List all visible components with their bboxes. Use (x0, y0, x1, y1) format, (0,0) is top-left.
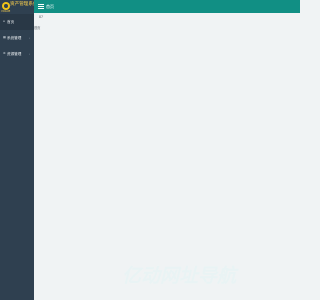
gear-icon: ⚙ (3, 51, 6, 55)
sidebar-menu: ⌂ 首页 ▦ 系统管理 ‹ ⚙ 资源管理 ‹ (0, 14, 34, 62)
sidebar-item-label: 首页 (7, 20, 15, 24)
home-icon: ⌂ (3, 19, 5, 23)
chevron-left-icon: ‹ (28, 36, 30, 40)
chevron-left-icon: ‹ (28, 52, 30, 56)
sidebar-item-resources[interactable]: ⚙ 资源管理 ‹ (0, 46, 34, 62)
sidebar-item-system[interactable]: ▦ 系统管理 ‹ (0, 30, 34, 46)
sidebar-item-label: 资源管理 (7, 52, 22, 56)
page-tag: 87 (39, 15, 44, 19)
sidebar: 资产管理系统 VOGUE ⌂ 首页 ▦ 系统管理 ‹ ⚙ 资源管理 ‹ (0, 0, 38, 300)
grid-icon: ▦ (3, 35, 6, 39)
tab-home[interactable]: 首页 (46, 3, 54, 10)
app-subtitle: VOGUE (1, 10, 11, 13)
main-content: 87 首页 (34, 13, 300, 300)
content-label: 首页 (34, 26, 41, 30)
sidebar-item-label: 系统管理 (7, 36, 22, 40)
logo-icon (2, 2, 10, 10)
topbar: 首页 (34, 0, 300, 13)
brand: 资产管理系统 VOGUE (0, 0, 38, 13)
sidebar-item-home[interactable]: ⌂ 首页 (0, 14, 34, 30)
watermark: 亿动网址导航 (122, 265, 237, 287)
menu-toggle-icon[interactable] (38, 4, 44, 9)
